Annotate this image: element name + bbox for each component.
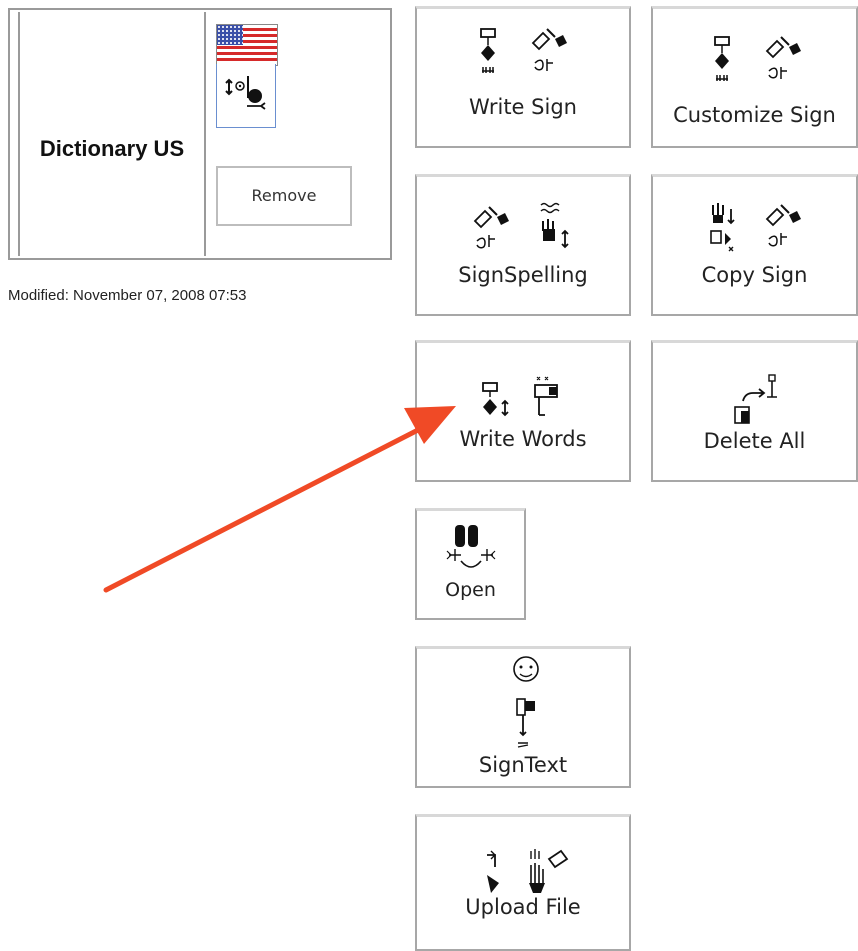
write-words-button[interactable]: Write Words xyxy=(415,340,631,482)
write-words-icon xyxy=(482,376,558,417)
open-button[interactable]: Open xyxy=(415,508,526,620)
customize-sign-label: Customize Sign xyxy=(673,103,836,127)
copy-sign-icon xyxy=(710,203,801,252)
delete-all-icon xyxy=(734,374,777,424)
dictionary-title: Dictionary US xyxy=(39,136,185,161)
signtext-icon xyxy=(513,656,539,748)
open-label: Open xyxy=(445,579,496,601)
write-words-label: Write Words xyxy=(459,427,587,451)
dictionary-panel: Dictionary US Remove xyxy=(8,8,392,260)
copy-sign-label: Copy Sign xyxy=(701,263,808,287)
copy-sign-button[interactable]: Copy Sign xyxy=(651,174,858,316)
signspelling-icon xyxy=(473,202,569,249)
delete-all-button[interactable]: Delete All xyxy=(651,340,858,482)
customize-sign-icon xyxy=(714,36,801,81)
signspelling-label: SignSpelling xyxy=(458,263,588,287)
write-sign-label: Write Sign xyxy=(469,95,577,119)
upload-file-label: Upload File xyxy=(465,895,581,919)
modified-timestamp: Modified: November 07, 2008 07:53 xyxy=(8,287,247,304)
write-sign-icon xyxy=(480,28,567,73)
dictionary-name-cell: Dictionary US xyxy=(18,12,206,256)
us-flag-icon[interactable] xyxy=(216,24,278,66)
signtext-button[interactable]: SignText xyxy=(415,646,631,788)
remove-button[interactable]: Remove xyxy=(216,166,352,226)
open-icon xyxy=(446,525,496,568)
upload-file-icon xyxy=(487,849,569,893)
customize-sign-button[interactable]: Customize Sign xyxy=(651,6,858,148)
signspelling-button[interactable]: SignSpelling xyxy=(415,174,631,316)
upload-file-button[interactable]: Upload File xyxy=(415,814,631,951)
signtext-label: SignText xyxy=(478,753,568,777)
dictionary-actions-cell: Remove xyxy=(208,12,388,256)
delete-all-label: Delete All xyxy=(703,429,806,453)
signwriting-symbol-icon[interactable] xyxy=(216,64,276,128)
write-sign-button[interactable]: Write Sign xyxy=(415,6,631,148)
